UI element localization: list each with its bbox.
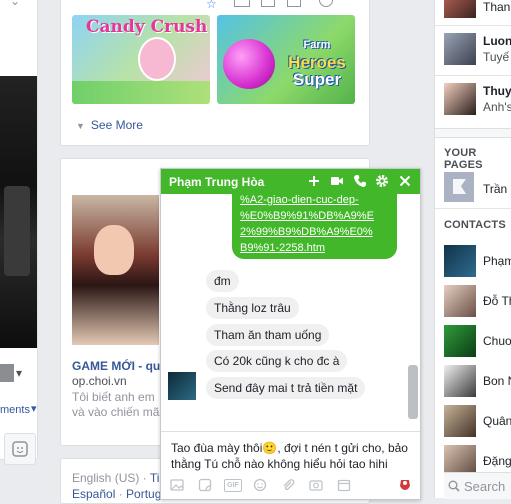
- heroes-logo-line1: Farm: [303, 39, 331, 51]
- sidebar-search[interactable]: Search: [444, 472, 511, 499]
- outgoing-link-message[interactable]: %A2-giao-dien-cuc-dep- %E0%B9%91%DB%A9%E…: [232, 191, 397, 259]
- message-input[interactable]: Tao đùa mày thôi🙂, đợi t nén t gửi cho, …: [171, 440, 414, 472]
- sidebar-divider: [435, 25, 511, 26]
- contact-avatar-1[interactable]: [444, 245, 476, 277]
- link-line-2[interactable]: %E0%B9%91%DB%A9%E: [240, 210, 374, 222]
- emoji-icon[interactable]: [253, 478, 267, 492]
- link-line-3[interactable]: 2%99%B9%DB%A9%E0%: [240, 226, 373, 238]
- candy-crush-logo: Candy Crush: [86, 17, 208, 37]
- language-current: English (US) · Ti: [72, 471, 159, 485]
- game-ad-domain: op.choi.vn: [72, 374, 127, 388]
- contact-name-4[interactable]: Bon N: [483, 374, 511, 388]
- left-caret-icon[interactable]: ⌄: [10, 0, 20, 8]
- link-line-1[interactable]: %A2-giao-dien-cuc-dep-: [240, 194, 359, 206]
- gear-icon[interactable]: [374, 173, 390, 189]
- farm-heroes-super-game-tile[interactable]: Farm Heroes Super: [217, 15, 355, 104]
- game-controller-icon[interactable]: [398, 478, 412, 492]
- sidebar-divider: [435, 75, 511, 76]
- left-photo-thumb[interactable]: [0, 364, 14, 382]
- help-icon[interactable]: [319, 0, 333, 7]
- sidebar-divider: [435, 208, 511, 209]
- sidebar-item-3-sub: Anh's: [483, 100, 511, 114]
- phone-icon[interactable]: [352, 173, 368, 189]
- candy-crush-game-tile[interactable]: Candy Crush: [72, 15, 210, 104]
- contact-name-5[interactable]: Quân: [483, 414, 511, 428]
- see-more-caret-icon: ▼: [76, 121, 85, 131]
- comments-filter-link[interactable]: ments: [0, 404, 30, 416]
- chat-window: Phạm Trung Hòa %A2-giao-dien-cuc-dep- %E…: [160, 168, 421, 500]
- comments-filter-caret: ▾: [31, 403, 37, 415]
- post-photo[interactable]: [0, 76, 37, 348]
- sidebar-item-2-sub: Tuyế: [483, 50, 510, 64]
- chat-scrollbar[interactable]: [408, 365, 418, 419]
- contact-avatar-2[interactable]: [444, 285, 476, 317]
- sidebar-avatar-2[interactable]: [444, 33, 476, 65]
- see-more-link[interactable]: ▼ See More: [76, 118, 143, 132]
- search-icon: [448, 480, 460, 492]
- games-filter-icon[interactable]: [234, 0, 250, 7]
- incoming-message: đm: [206, 270, 239, 292]
- heroes-character: [223, 39, 275, 89]
- language-next-link[interactable]: Ti: [150, 471, 160, 485]
- sticker-icon: [12, 441, 28, 457]
- list-icon[interactable]: [287, 0, 301, 7]
- attachment-icon[interactable]: [281, 478, 295, 492]
- game-ad-image[interactable]: [72, 195, 159, 345]
- contact-name-6[interactable]: Đặng: [483, 454, 511, 468]
- sidebar-item-2-name[interactable]: Luon: [483, 34, 511, 48]
- right-sidebar: Than Luon Tuyế Thuy Anh's YOUR PAGES Trầ…: [434, 0, 511, 499]
- calendar-icon[interactable]: [337, 478, 351, 492]
- candy-character: [138, 37, 176, 81]
- flag-icon: [453, 179, 466, 194]
- your-pages-header: YOUR PAGES: [444, 147, 483, 171]
- contact-name-2[interactable]: Đỗ Th: [483, 294, 511, 308]
- contact-avatar-5[interactable]: [444, 405, 476, 437]
- incoming-message: Send đây mai t trả tiền mặt: [206, 377, 366, 399]
- farm-heroes-logo: Farm Heroes Super: [283, 37, 351, 88]
- game-ad-desc-line1: Tôi biết anh em: [72, 390, 155, 404]
- sidebar-search-label: Search: [464, 479, 506, 494]
- contacts-header: CONTACTS: [444, 219, 506, 231]
- sticker-icon[interactable]: [198, 478, 212, 492]
- sidebar-item-1-name[interactable]: Than: [483, 0, 510, 14]
- sidebar-avatar-3[interactable]: [444, 83, 476, 115]
- sidebar-item-3-name[interactable]: Thuy: [483, 84, 511, 98]
- link-line-4[interactable]: B9%91-2258.htm: [240, 242, 325, 254]
- language-sep: ·: [139, 471, 150, 485]
- see-more-label: See More: [90, 118, 143, 132]
- gif-icon[interactable]: GIF: [224, 479, 242, 492]
- grid-icon[interactable]: [261, 0, 275, 7]
- page-item-name[interactable]: Trần: [483, 182, 507, 196]
- incoming-message: Có 20k cũng k cho đc à: [206, 350, 348, 372]
- close-icon[interactable]: [397, 173, 413, 189]
- language-current-label: English (US): [72, 471, 140, 485]
- camera-icon[interactable]: [309, 478, 323, 492]
- sidebar-section-divider: [435, 128, 511, 138]
- video-call-icon[interactable]: [329, 173, 345, 189]
- incoming-message: Thằng loz trâu: [206, 297, 299, 319]
- language-portugues-link[interactable]: Portug: [126, 487, 161, 501]
- language-espanol-link[interactable]: Español: [72, 487, 115, 501]
- heroes-logo-line2: Heroes: [288, 53, 346, 72]
- incoming-message: Tham ăn tham uống: [206, 324, 330, 346]
- game-ad-title[interactable]: GAME MỚI - qu: [72, 359, 160, 373]
- contact-avatar-4[interactable]: [444, 365, 476, 397]
- chevron-down-icon[interactable]: ▾: [16, 366, 22, 380]
- contact-avatar-3[interactable]: [444, 325, 476, 357]
- game-ad-desc-line2: và vào chiến mã: [72, 405, 160, 419]
- language-line2: Español · Portug: [72, 487, 162, 501]
- sticker-button[interactable]: [4, 433, 36, 465]
- contact-name-3[interactable]: Chuo: [483, 334, 511, 348]
- heroes-logo-line3: Super: [292, 70, 342, 89]
- star-icon[interactable]: ☆: [206, 0, 217, 11]
- sender-avatar[interactable]: [168, 372, 196, 400]
- contact-name-1[interactable]: Phạm: [483, 254, 511, 268]
- sidebar-avatar-1[interactable]: [444, 0, 476, 18]
- page-avatar[interactable]: [444, 172, 474, 202]
- chat-title[interactable]: Phạm Trung Hòa: [169, 175, 264, 189]
- chat-composer[interactable]: Tao đùa mày thôi🙂, đợi t nén t gửi cho, …: [161, 431, 420, 500]
- photo-icon[interactable]: [170, 478, 184, 492]
- candy-ground: [72, 81, 210, 104]
- add-person-icon[interactable]: [306, 173, 322, 189]
